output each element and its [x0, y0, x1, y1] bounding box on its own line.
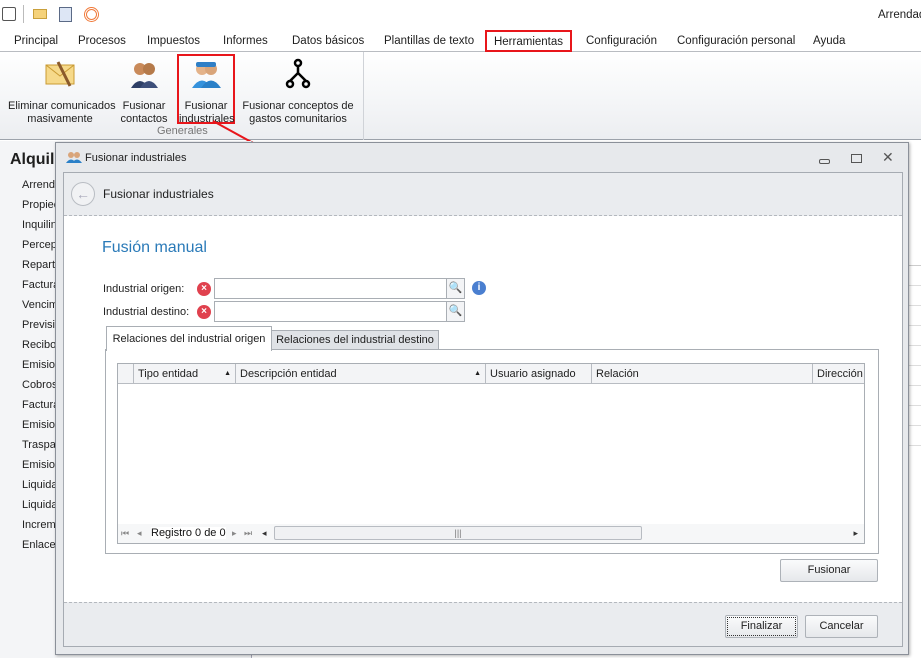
grid-header: Tipo entidad ▲ Descripción entidad ▲ Usuar… [118, 364, 864, 384]
origin-input[interactable] [214, 278, 447, 299]
cancelar-button[interactable]: Cancelar [805, 615, 878, 638]
next-record-button[interactable]: ▸ [232, 528, 237, 539]
sidebar-item[interactable]: Previsi [22, 319, 55, 331]
fusionar-button[interactable]: Fusionar [780, 559, 878, 582]
column-relacion[interactable]: Relación [592, 364, 813, 384]
column-tipo-entidad[interactable]: Tipo entidad ▲ [134, 364, 236, 384]
finalizar-button[interactable]: Finalizar [725, 615, 798, 638]
sidebar-item[interactable]: Recibo [22, 339, 56, 351]
sort-asc-icon: ▲ [474, 370, 481, 377]
background-grid [909, 265, 921, 465]
scroll-right-button[interactable]: ▸ [853, 528, 858, 539]
dialog-title: Fusionar industriales [85, 152, 187, 164]
section-title: Fusión manual [102, 239, 207, 256]
header-title: Fusionar industriales [103, 187, 214, 201]
error-icon: × [197, 282, 211, 296]
sidebar-item[interactable]: Traspa [22, 439, 56, 451]
origin-search-button[interactable]: 🔍 [446, 278, 465, 299]
dialog-header: ← Fusionar industriales [64, 173, 902, 216]
tab-panel: Tipo entidad ▲ Descripción entidad ▲ Usuar… [105, 349, 879, 554]
row-indicator-header [118, 364, 134, 384]
horizontal-scrollbar-thumb[interactable]: ||| [274, 526, 642, 540]
fusionar-industriales-dialog: Fusionar industriales ✕ ← Fusionar indus… [55, 142, 909, 655]
destination-input[interactable] [214, 301, 447, 322]
sidebar-item[interactable]: Cobros [22, 379, 57, 391]
dialog-content: ← Fusionar industriales Fusión manual In… [63, 172, 903, 647]
tab-destination-relations[interactable]: Relaciones del industrial destino [271, 330, 439, 350]
maximize-button[interactable] [851, 154, 862, 163]
sidebar-item[interactable]: Liquida [22, 499, 57, 511]
column-descripcion-entidad[interactable]: Descripción entidad ▲ [236, 364, 486, 384]
tab-origin-relations[interactable]: Relaciones del industrial origen [106, 326, 272, 351]
close-button[interactable]: ✕ [882, 149, 894, 166]
info-icon[interactable]: i [472, 281, 486, 295]
sidebar-item[interactable]: Factura [22, 279, 59, 291]
sort-asc-icon: ▲ [224, 370, 231, 377]
last-record-button[interactable]: ⏭ [244, 528, 252, 539]
grid-footer: ⏮ ◂ Registro 0 de 0 ▸ ⏭ ◂ ||| ▸ [118, 524, 864, 543]
column-usuario-asignado[interactable]: Usuario asignado [486, 364, 592, 384]
column-direccion[interactable]: Dirección [813, 364, 865, 384]
sidebar-item[interactable]: Increm [22, 519, 56, 531]
back-button[interactable]: ← [71, 182, 95, 206]
first-record-button[interactable]: ⏮ [121, 528, 129, 539]
sidebar-title: Alquil [10, 151, 55, 168]
dialog-icon [66, 152, 82, 163]
destination-label: Industrial destino: [103, 306, 190, 318]
sidebar-item[interactable]: Percep [22, 239, 57, 251]
sidebar-item[interactable]: Vencim [22, 299, 58, 311]
origin-label: Industrial origen: [103, 283, 185, 295]
scroll-left-button[interactable]: ◂ [262, 528, 267, 539]
sidebar-item[interactable]: Propiec [22, 199, 59, 211]
sidebar-item[interactable]: Factura [22, 399, 59, 411]
sidebar-item[interactable]: Inquilin [22, 219, 57, 231]
sidebar-item[interactable]: Liquida [22, 479, 57, 491]
dialog-footer: Finalizar Cancelar [64, 602, 902, 646]
sidebar-item[interactable]: Repart [22, 259, 55, 271]
minimize-button[interactable] [819, 159, 830, 164]
relations-grid: Tipo entidad ▲ Descripción entidad ▲ Usuar… [117, 363, 865, 544]
destination-search-button[interactable]: 🔍 [446, 301, 465, 322]
record-counter: Registro 0 de 0 [151, 527, 226, 539]
error-icon: × [197, 305, 211, 319]
prev-record-button[interactable]: ◂ [137, 528, 142, 539]
sidebar-item[interactable]: Arrend [22, 179, 55, 191]
